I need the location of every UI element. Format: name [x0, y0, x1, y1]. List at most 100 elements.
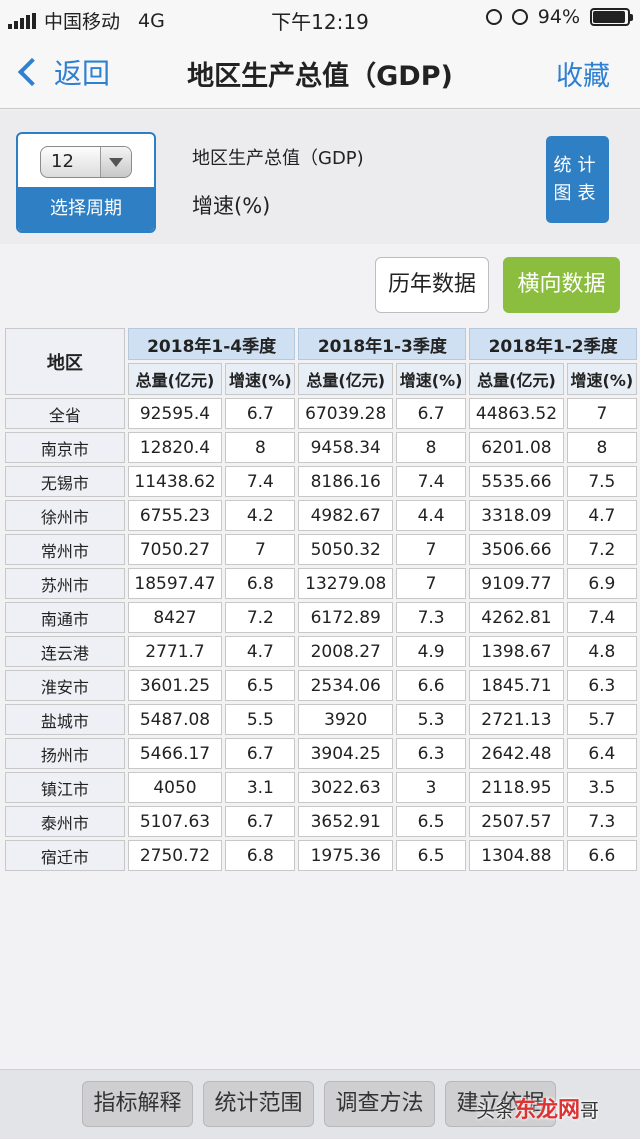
total-value-cell: 4982.67: [298, 500, 393, 531]
rate-value-cell: 4.8: [566, 636, 637, 667]
battery-fill: [593, 11, 625, 23]
total-value-cell: 3652.91: [298, 806, 393, 837]
total-value-cell: 2750.72: [127, 840, 223, 871]
total-value-cell: 3601.25: [127, 670, 223, 701]
chart-button-line1: 统计: [553, 155, 602, 176]
select-period-button[interactable]: 选择周期: [18, 187, 154, 231]
total-header: 总量(亿元): [127, 363, 223, 395]
period-value: 12: [51, 151, 74, 172]
rate-value-cell: 8: [225, 432, 296, 463]
region-cell: 镇江市: [5, 772, 125, 803]
period-selector[interactable]: 12 选择周期: [16, 132, 156, 233]
dropdown-arrow[interactable]: [100, 147, 131, 177]
rate-value-cell: 7: [395, 568, 467, 599]
rate-value-cell: 8: [566, 432, 637, 463]
table-row: 徐州市 6755.23 4.2 4982.67 4.4 3318.09 4.7: [5, 500, 637, 531]
rate-value-cell: 6.8: [225, 568, 296, 599]
rate-value-cell: 7.4: [225, 466, 296, 497]
total-value-cell: 5466.17: [127, 738, 223, 769]
table-row: 宿迁市 2750.72 6.8 1975.36 6.5 1304.88 6.6: [5, 840, 637, 871]
region-cell: 扬州市: [5, 738, 125, 769]
region-cell: 徐州市: [5, 500, 125, 531]
table-body: 全省 92595.4 6.7 67039.28 6.7 44863.52 7 南京市 12820…: [5, 398, 637, 871]
nav-bar: 返回 地区生产总值（GDP) 收藏: [0, 36, 640, 109]
total-value-cell: 8427: [127, 602, 223, 633]
total-value-cell: 13279.08: [298, 568, 393, 599]
watermark-prefix: 头条: [476, 1100, 515, 1122]
rate-value-cell: 6.7: [225, 398, 296, 429]
total-header: 总量(亿元): [469, 363, 564, 395]
total-value-cell: 2721.13: [469, 704, 564, 735]
rate-value-cell: 6.5: [395, 840, 467, 871]
rate-value-cell: 6.4: [566, 738, 637, 769]
rate-value-cell: 7: [566, 398, 637, 429]
total-value-cell: 3920: [298, 704, 393, 735]
yearly-data-button[interactable]: 历年数据: [375, 257, 489, 313]
indicator-title: 地区生产总值（GDP): [192, 148, 364, 169]
horizontal-data-button[interactable]: 横向数据: [503, 257, 620, 313]
rate-value-cell: 7.2: [566, 534, 637, 565]
total-value-cell: 5050.32: [298, 534, 393, 565]
total-value-cell: 3318.09: [469, 500, 564, 531]
chevron-left-icon: [17, 57, 47, 87]
rate-value-cell: 3.5: [566, 772, 637, 803]
region-cell: 淮安市: [5, 670, 125, 701]
total-value-cell: 4050: [127, 772, 223, 803]
rate-value-cell: 5.7: [566, 704, 637, 735]
region-header: 地区: [5, 328, 125, 395]
period-header: 2018年1-2季度: [469, 328, 637, 360]
total-value-cell: 67039.28: [298, 398, 393, 429]
total-value-cell: 2771.7: [127, 636, 223, 667]
rate-value-cell: 3: [395, 772, 467, 803]
period-dropdown[interactable]: 12: [40, 146, 132, 178]
alarm-icon: [511, 9, 528, 25]
total-value-cell: 2507.57: [469, 806, 564, 837]
rate-value-cell: 5.5: [225, 704, 296, 735]
region-cell: 苏州市: [5, 568, 125, 599]
indicator-subtitle: 增速(%): [192, 194, 271, 218]
back-button[interactable]: 返回: [14, 52, 110, 92]
status-bar: 中国移动 4G 下午12:19 94%: [0, 0, 640, 36]
total-value-cell: 4262.81: [469, 602, 564, 633]
rate-value-cell: 7: [225, 534, 296, 565]
back-label: 返回: [54, 57, 111, 90]
rate-value-cell: 4.7: [566, 500, 637, 531]
total-value-cell: 3506.66: [469, 534, 564, 565]
rate-value-cell: 6.3: [566, 670, 637, 701]
rate-value-cell: 7.5: [566, 466, 637, 497]
battery-percent: 94%: [537, 6, 580, 28]
region-cell: 无锡市: [5, 466, 125, 497]
rate-value-cell: 7.2: [225, 602, 296, 633]
total-value-cell: 44863.52: [469, 398, 564, 429]
watermark: 头条东龙网哥: [476, 1092, 599, 1124]
rate-value-cell: 6.8: [225, 840, 296, 871]
rate-value-cell: 4.4: [395, 500, 467, 531]
rate-value-cell: 6.5: [225, 670, 296, 701]
stats-chart-button[interactable]: 统计 图表: [546, 136, 609, 223]
rotation-lock-icon: [485, 9, 502, 25]
favorite-button[interactable]: 收藏: [556, 54, 610, 93]
rate-value-cell: 7.4: [566, 602, 637, 633]
total-value-cell: 12820.4: [127, 432, 223, 463]
period-header: 2018年1-4季度: [127, 328, 296, 360]
table-row: 南通市 8427 7.2 6172.89 7.3 4262.81 7.4: [5, 602, 637, 633]
statistical-scope-button[interactable]: 统计范围: [203, 1081, 314, 1127]
indicator-explanation-button[interactable]: 指标解释: [82, 1081, 193, 1127]
total-value-cell: 6172.89: [298, 602, 393, 633]
total-value-cell: 11438.62: [127, 466, 223, 497]
table-row: 苏州市 18597.47 6.8 13279.08 7 9109.77 6.9: [5, 568, 637, 599]
total-value-cell: 1975.36: [298, 840, 393, 871]
rate-value-cell: 6.5: [395, 806, 467, 837]
watermark-suffix: 哥: [580, 1100, 600, 1122]
triangle-down-icon: [109, 158, 123, 167]
region-cell: 盐城市: [5, 704, 125, 735]
region-cell: 宿迁市: [5, 840, 125, 871]
data-table-container[interactable]: 地区 2018年1-4季度 2018年1-3季度 2018年1-2季度 总量(亿…: [0, 325, 640, 885]
table-row: 常州市 7050.27 7 5050.32 7 3506.66 7.2: [5, 534, 637, 565]
rate-value-cell: 7.3: [566, 806, 637, 837]
total-value-cell: 9109.77: [469, 568, 564, 599]
region-cell: 常州市: [5, 534, 125, 565]
survey-method-button[interactable]: 调查方法: [324, 1081, 435, 1127]
rate-value-cell: 6.3: [395, 738, 467, 769]
total-header: 总量(亿元): [298, 363, 393, 395]
